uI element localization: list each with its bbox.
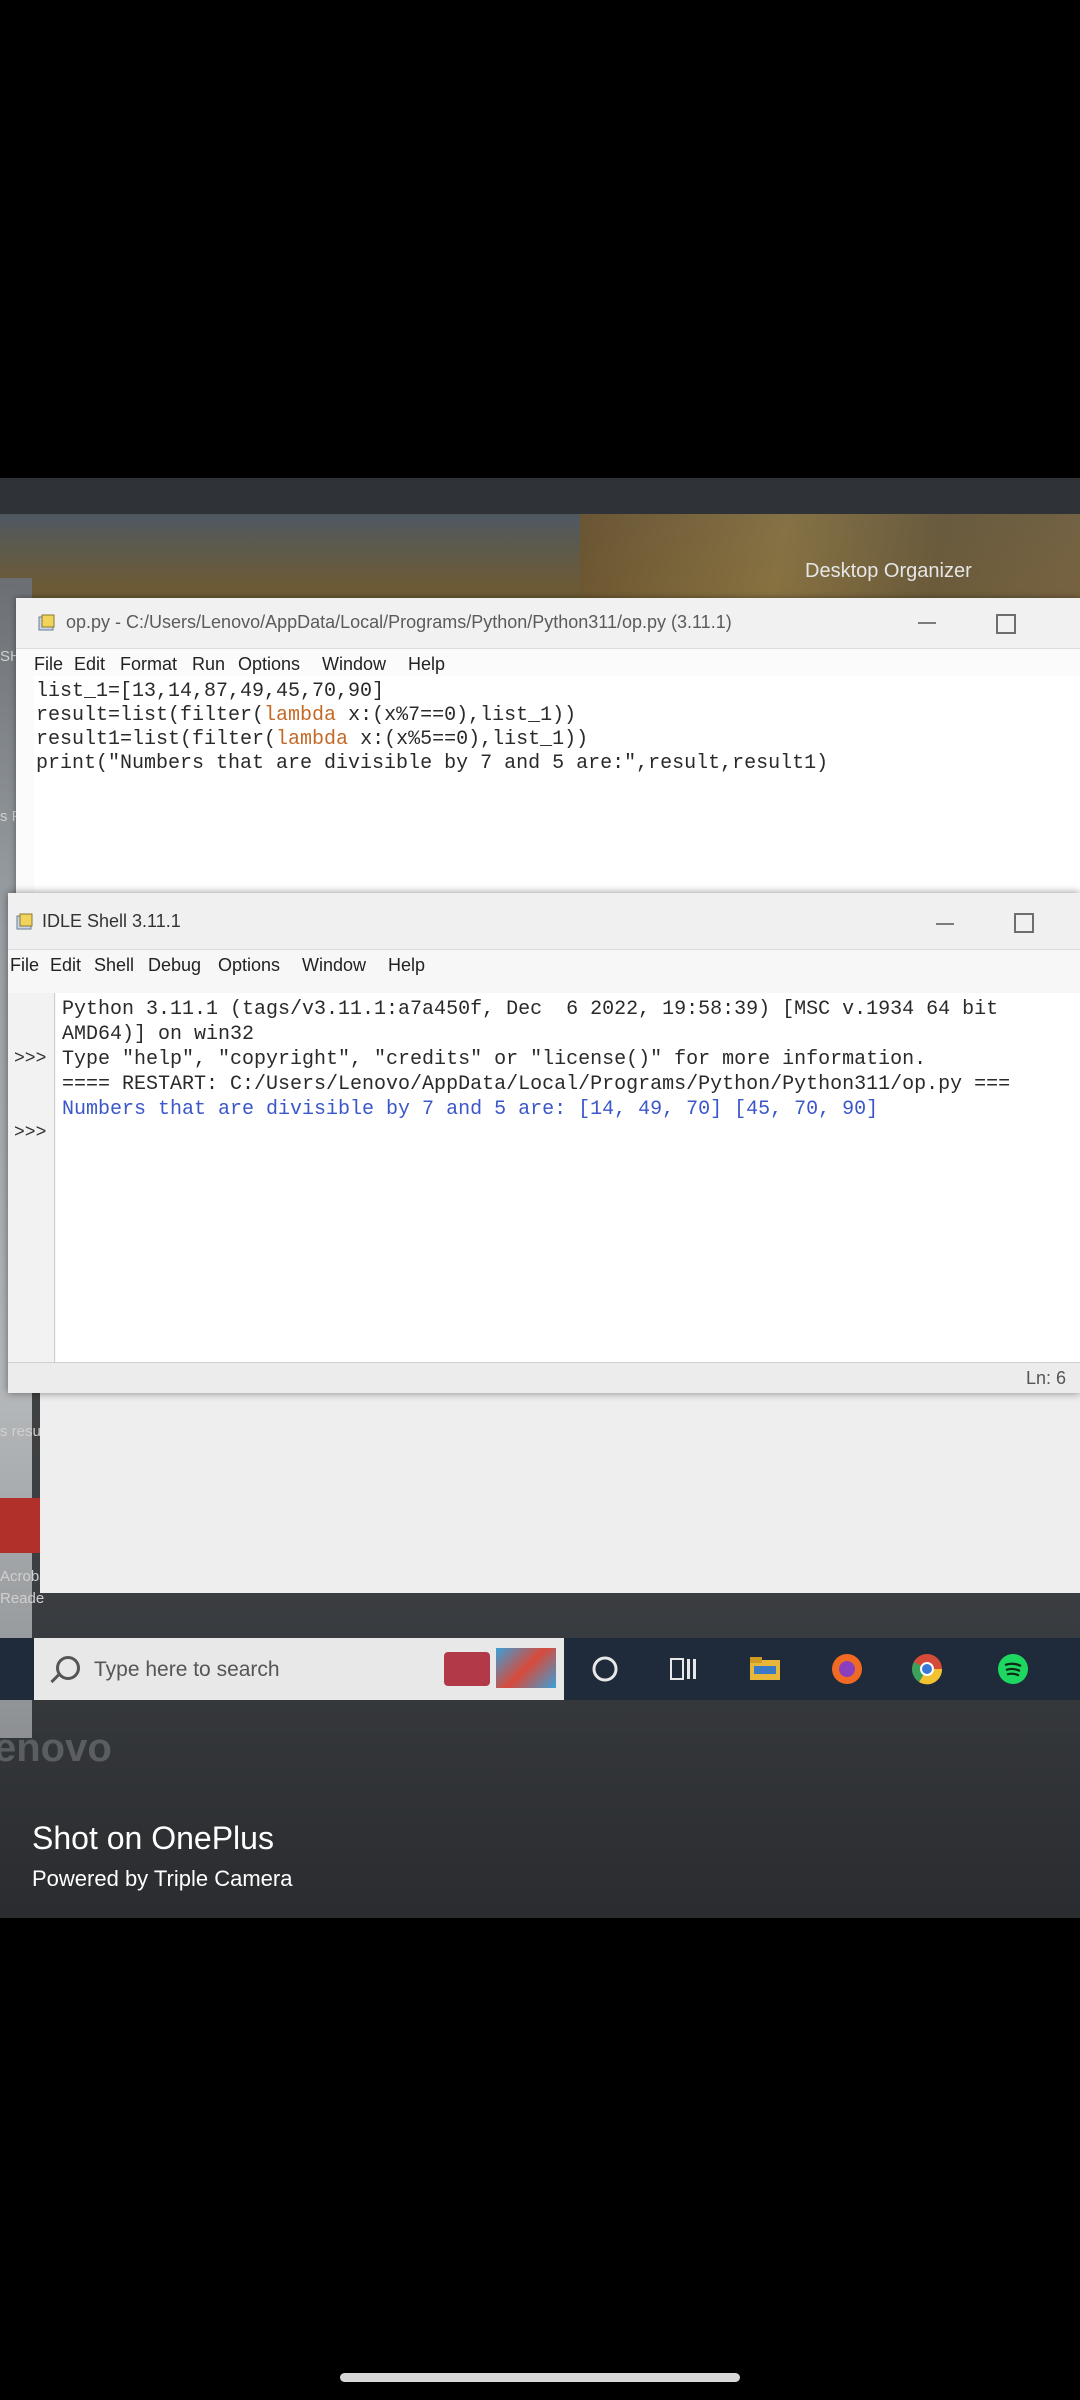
taskbar-search-box[interactable]: Type here to search: [34, 1638, 564, 1700]
menu-format[interactable]: Format: [120, 654, 177, 675]
shell-prompt: >>>: [14, 1123, 47, 1143]
maximize-icon[interactable]: [1014, 913, 1034, 933]
shell-line: Python 3.11.1 (tags/v3.11.1:a7a450f, Dec…: [62, 998, 999, 1021]
menu-window[interactable]: Window: [322, 654, 386, 675]
menu-run[interactable]: Run: [192, 654, 225, 675]
menu-edit[interactable]: Edit: [50, 955, 81, 976]
minimize-icon[interactable]: [918, 622, 936, 624]
home-indicator[interactable]: [340, 2373, 740, 2382]
menu-edit[interactable]: Edit: [74, 654, 105, 675]
editor-title: op.py - C:/Users/Lenovo/AppData/Local/Pr…: [66, 612, 732, 632]
news-widget-icon[interactable]: [444, 1652, 490, 1686]
menu-options[interactable]: Options: [238, 654, 300, 675]
desktop-organizer-label[interactable]: Desktop Organizer: [805, 560, 972, 583]
editor-menubar: File Edit Format Run Options Window Help: [16, 649, 1080, 679]
shell-prompt-column: >>> >>>: [8, 993, 55, 1363]
shell-menubar: File Edit Shell Debug Options Window Hel…: [8, 950, 1080, 980]
line-number-status: Ln: 6: [1025, 1368, 1066, 1388]
code-line: list_1=[13,14,87,49,45,70,90]: [36, 680, 385, 703]
shell-output[interactable]: Python 3.11.1 (tags/v3.11.1:a7a450f, Dec…: [56, 993, 1080, 1363]
menu-shell[interactable]: Shell: [94, 955, 134, 976]
file-explorer-icon[interactable]: [748, 1652, 782, 1686]
desktop-label[interactable]: s resu: [0, 1423, 41, 1440]
search-placeholder: Type here to search: [94, 1658, 280, 1681]
shell-line: Type "help", "copyright", "credits" or "…: [62, 1048, 927, 1071]
taskbar: Type here to search: [0, 1638, 1080, 1700]
firefox-icon[interactable]: [830, 1652, 864, 1686]
menu-options[interactable]: Options: [218, 955, 280, 976]
shell-prompt: >>>: [14, 1049, 47, 1069]
shell-titlebar[interactable]: IDLE Shell 3.11.1: [8, 893, 1080, 950]
desktop-background: Desktop Organizer SHI s Pc s resu Acroba…: [0, 478, 1080, 1918]
window-background-area: [40, 1393, 1080, 1593]
chrome-icon[interactable]: [910, 1652, 944, 1686]
photo: Desktop Organizer SHI s Pc s resu Acroba…: [0, 478, 1080, 1918]
menu-help[interactable]: Help: [388, 955, 425, 976]
code-editor[interactable]: list_1=[13,14,87,49,45,70,90] result=lis…: [34, 676, 1080, 898]
menu-window[interactable]: Window: [302, 955, 366, 976]
monitor-bezel: [0, 478, 1080, 514]
desktop-label[interactable]: Reade: [0, 1590, 44, 1607]
menu-debug[interactable]: Debug: [148, 955, 201, 976]
acrobat-icon[interactable]: [0, 1498, 40, 1553]
cortana-icon[interactable]: [588, 1652, 622, 1686]
program-output: Numbers that are divisible by 7 and 5 ar…: [62, 1098, 879, 1121]
menu-file[interactable]: File: [10, 955, 39, 976]
shell-title: IDLE Shell 3.11.1: [42, 911, 181, 931]
menu-file[interactable]: File: [34, 654, 63, 675]
maximize-icon[interactable]: [996, 614, 1016, 634]
code-line: print("Numbers that are divisible by 7 a…: [36, 752, 829, 775]
code-line: result=list(filter(lambda x:(x%7==0),lis…: [36, 704, 577, 727]
python-file-icon: [38, 614, 55, 631]
weather-widget-icon[interactable]: [496, 1648, 556, 1688]
spotify-icon[interactable]: [996, 1652, 1030, 1686]
python-shell-icon: [16, 913, 33, 930]
search-icon: [56, 1656, 80, 1680]
watermark-subtitle: Powered by Triple Camera: [32, 1866, 293, 1891]
watermark-title: Shot on OnePlus: [32, 1820, 274, 1856]
shell-line: AMD64)] on win32: [62, 1023, 255, 1046]
minimize-icon[interactable]: [936, 923, 954, 925]
editor-titlebar[interactable]: op.py - C:/Users/Lenovo/AppData/Local/Pr…: [16, 598, 1080, 649]
menu-help[interactable]: Help: [408, 654, 445, 675]
idle-shell-window: IDLE Shell 3.11.1 File Edit Shell Debug …: [8, 893, 1080, 1393]
code-line: result1=list(filter(lambda x:(x%5==0),li…: [36, 728, 589, 751]
status-bar: Ln: 6: [8, 1362, 1080, 1393]
editor-window: op.py - C:/Users/Lenovo/AppData/Local/Pr…: [16, 598, 1080, 898]
shell-line: ==== RESTART: C:/Users/Lenovo/AppData/Lo…: [62, 1073, 1011, 1096]
brand-logo: enovo: [0, 1726, 112, 1770]
task-view-icon[interactable]: [666, 1652, 700, 1686]
